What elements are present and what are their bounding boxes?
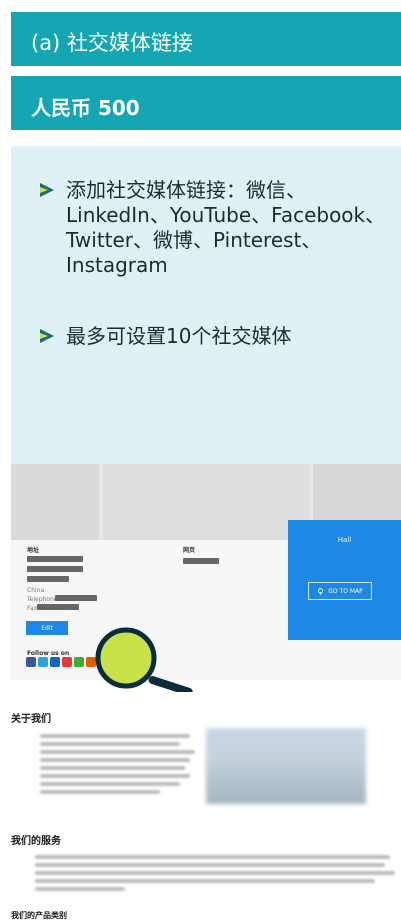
arrow-bullet-icon	[40, 183, 54, 197]
address-label: 地址	[27, 547, 40, 554]
section-title: (a) 社交媒体链接	[31, 31, 193, 55]
redacted-text	[37, 604, 79, 610]
arrow-bullet-icon	[40, 329, 54, 343]
about-title: 关于我们	[11, 714, 51, 725]
go-to-map-button[interactable]: GO TO MAP	[308, 582, 372, 600]
photo-tile	[11, 464, 99, 540]
web-label: 网页	[183, 547, 196, 554]
follow-label: Follow us on	[27, 650, 70, 657]
feature-text-1: 添加社交媒体链接：微信、LinkedIn、YouTube、Facebook、Tw…	[66, 178, 386, 277]
redacted-text	[183, 558, 219, 564]
photo-tile	[103, 464, 309, 540]
blurred-text	[40, 750, 195, 754]
features-card: 添加社交媒体链接：微信、LinkedIn、YouTube、Facebook、Tw…	[11, 146, 401, 464]
fax-label: Fax	[27, 605, 38, 612]
feature-text-2: 最多可设置10个社交媒体	[66, 324, 292, 348]
services-title: 我们的服务	[11, 836, 61, 847]
blurred-text	[40, 774, 190, 778]
price-header: 人民币 500	[11, 76, 401, 130]
blurred-text	[35, 871, 395, 875]
map-pin-icon	[318, 587, 324, 595]
hall-label: Hall	[337, 536, 352, 544]
about-image	[206, 728, 366, 804]
country-label: China	[27, 587, 45, 594]
youtube-icon[interactable]	[62, 657, 72, 667]
blurred-text	[40, 782, 180, 786]
blurred-text	[35, 887, 125, 891]
edit-button[interactable]: Edit	[26, 621, 68, 635]
blurred-text	[35, 863, 385, 867]
facebook-icon[interactable]	[26, 657, 36, 667]
wechat-icon[interactable]	[74, 657, 84, 667]
redacted-text	[27, 576, 69, 582]
feature-bullet-1: 添加社交媒体链接：微信、LinkedIn、YouTube、Facebook、Tw…	[40, 178, 386, 278]
redacted-text	[27, 566, 83, 572]
go-to-map-label: GO TO MAP	[328, 587, 363, 595]
redacted-text	[27, 556, 83, 562]
blurred-text	[35, 855, 390, 859]
price-label: 人民币 500	[31, 96, 140, 120]
hall-card: Hall GO TO MAP	[288, 520, 401, 640]
blurred-text	[35, 879, 375, 883]
twitter-icon[interactable]	[38, 657, 48, 667]
blurred-text	[40, 734, 190, 738]
telephone-label: Telephone	[27, 596, 58, 603]
linkedin-icon[interactable]	[50, 657, 60, 667]
blurred-text	[40, 790, 160, 794]
redacted-text	[55, 595, 97, 601]
feature-bullet-2: 最多可设置10个社交媒体	[40, 324, 386, 349]
categories-title: 我们的产品类别	[11, 911, 67, 920]
blurred-text	[40, 758, 190, 762]
blurred-text	[40, 766, 185, 770]
magnifier-icon	[95, 627, 193, 692]
header-gap	[11, 66, 401, 76]
section-header: (a) 社交媒体链接	[11, 12, 401, 66]
blurred-text	[40, 742, 180, 746]
